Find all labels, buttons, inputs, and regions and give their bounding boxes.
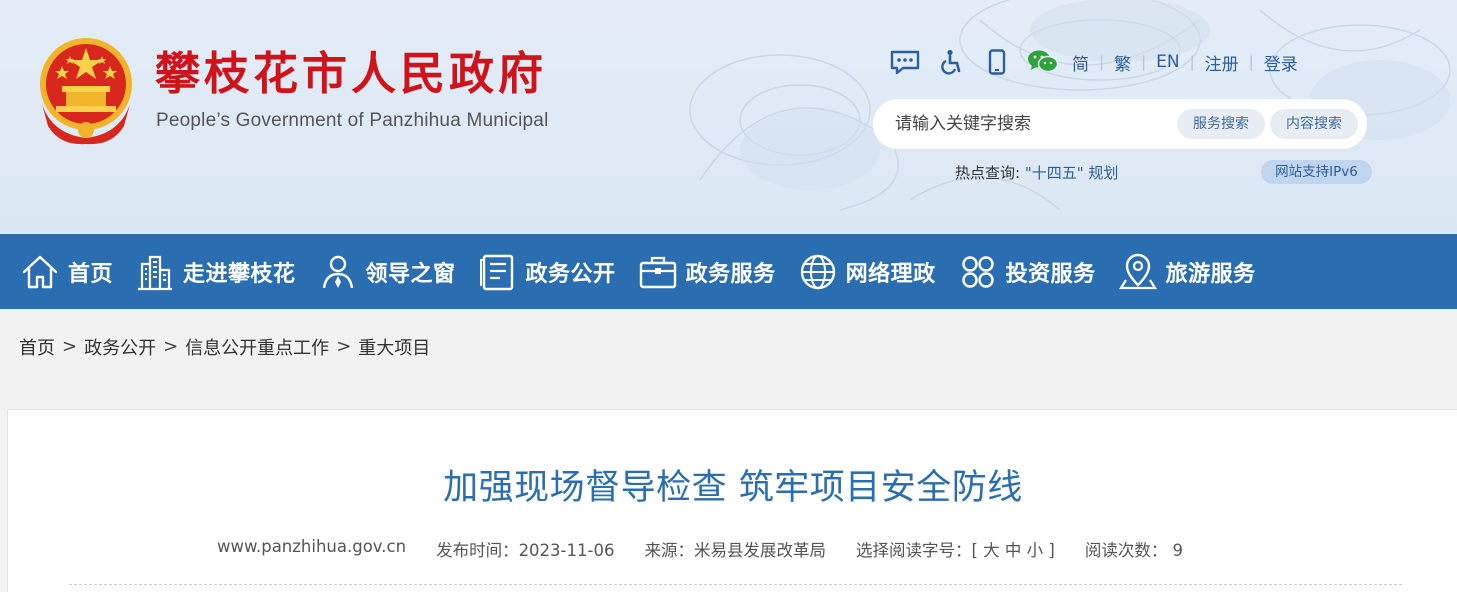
- document-icon: [479, 254, 513, 290]
- article-panel: 加强现场督导检查 筑牢项目安全防线 www.panzhihua.gov.cn 发…: [7, 409, 1457, 592]
- nav-item-tourism[interactable]: 旅游服务: [1118, 234, 1256, 309]
- wechat-icon[interactable]: [1026, 48, 1060, 76]
- city-icon: [138, 255, 173, 290]
- nav-item-gov-affairs[interactable]: 政务公开: [478, 234, 616, 309]
- nav-label: 政务服务: [685, 261, 776, 287]
- mobile-icon[interactable]: [980, 48, 1014, 76]
- english-link[interactable]: EN: [1156, 52, 1179, 72]
- nav-label: 旅游服务: [1165, 261, 1256, 287]
- nav-label: 走进攀枝花: [183, 261, 296, 287]
- search-input[interactable]: [895, 99, 1165, 149]
- main-nav: 首页 走进攀枝花 领导之窗 政务公开 政务服务 网络理政 投资服务 旅游服务: [0, 234, 1457, 309]
- national-emblem-icon: [40, 38, 132, 145]
- message-icon[interactable]: [888, 48, 922, 76]
- breadcrumb-separator: >: [336, 336, 352, 357]
- font-size-selector[interactable]: 选择阅读字号：[ 大 中 小 ]: [856, 537, 1055, 561]
- breadcrumb-gov-affairs[interactable]: 政务公开: [84, 334, 156, 360]
- grid-icon: [961, 255, 994, 288]
- content-search-button[interactable]: 内容搜索: [1270, 109, 1358, 139]
- location-icon: [1118, 253, 1157, 289]
- login-link[interactable]: 登录: [1264, 50, 1298, 75]
- traditional-chinese-link[interactable]: 繁: [1114, 50, 1131, 75]
- site-header: 攀枝花市人民政府 People’s Government of Panzhihu…: [0, 0, 1457, 234]
- divider: |: [1141, 53, 1147, 71]
- register-link[interactable]: 注册: [1205, 50, 1239, 75]
- breadcrumb-separator: >: [163, 336, 179, 357]
- service-search-button[interactable]: 服务搜索: [1177, 109, 1265, 139]
- nav-item-investment[interactable]: 投资服务: [958, 234, 1096, 309]
- breadcrumb-home[interactable]: 首页: [19, 334, 55, 360]
- nav-label: 领导之窗: [365, 261, 456, 287]
- home-icon: [22, 255, 58, 288]
- article-site: www.panzhihua.gov.cn: [217, 537, 407, 556]
- nav-item-home[interactable]: 首页: [20, 234, 113, 309]
- person-icon: [322, 255, 353, 288]
- accessibility-icon[interactable]: [934, 48, 968, 76]
- hot-search-label: 热点查询:: [955, 164, 1021, 182]
- site-subtitle: People’s Government of Panzhihua Municip…: [156, 110, 549, 131]
- divider: [69, 584, 1402, 585]
- nav-item-gov-services[interactable]: 政务服务: [638, 234, 776, 309]
- divider: |: [1248, 53, 1254, 71]
- nav-label: 投资服务: [1005, 261, 1096, 287]
- breadcrumb-separator: >: [62, 336, 78, 357]
- nav-label: 首页: [68, 261, 114, 287]
- article-source: 来源：米易县发展改革局: [644, 541, 826, 560]
- simplified-chinese-link[interactable]: 简: [1072, 50, 1089, 75]
- nav-item-about[interactable]: 走进攀枝花: [135, 234, 296, 309]
- nav-label: 网络理政: [845, 261, 936, 287]
- nav-item-leaders[interactable]: 领导之窗: [318, 234, 456, 309]
- header-toolbar: 简 | 繁 | EN | 注册 | 登录: [888, 48, 1298, 76]
- hot-search-term-link[interactable]: "十四五" 规划: [1025, 164, 1119, 182]
- search-box: 服务搜索 内容搜索: [873, 99, 1367, 149]
- breadcrumb: 首页 > 政务公开 > 信息公开重点工作 > 重大项目: [0, 309, 1457, 384]
- breadcrumb-major-projects[interactable]: 重大项目: [358, 334, 430, 360]
- breadcrumb-key-work[interactable]: 信息公开重点工作: [185, 334, 329, 360]
- ipv6-badge: 网站支持IPv6: [1261, 160, 1372, 184]
- divider: |: [1099, 53, 1105, 71]
- article-read-count: 阅读次数： 9: [1084, 541, 1184, 560]
- site-title: 攀枝花市人民政府: [155, 47, 548, 100]
- nav-item-online-governance[interactable]: 网络理政: [798, 234, 936, 309]
- globe-icon: [800, 254, 835, 289]
- divider: |: [1189, 53, 1195, 71]
- article-title: 加强现场督导检查 筑牢项目安全防线: [443, 468, 1023, 508]
- article-meta: www.panzhihua.gov.cn 发布时间：2023-11-06 来源：…: [217, 537, 1213, 561]
- nav-label: 政务公开: [525, 261, 616, 287]
- briefcase-icon: [639, 256, 676, 288]
- hot-search: 热点查询: "十四五" 规划: [955, 162, 1118, 183]
- article-publish-date: 发布时间：2023-11-06: [436, 541, 615, 560]
